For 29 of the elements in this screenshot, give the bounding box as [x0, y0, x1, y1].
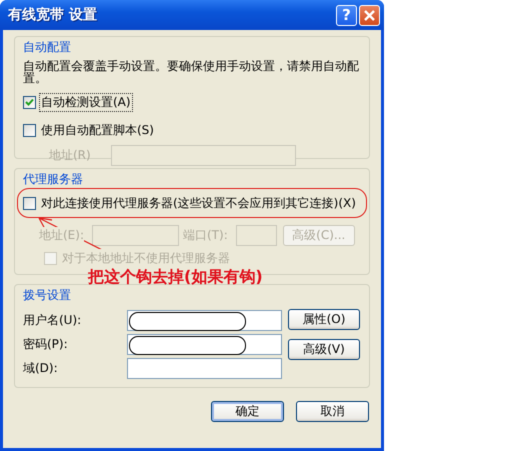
address-field[interactable]: [92, 225, 179, 246]
field-label: 域(D):: [23, 360, 59, 376]
window-title: 有线宽带 设置: [8, 6, 98, 24]
cancel-button[interactable]: 取消: [296, 401, 369, 422]
close-button[interactable]: [359, 4, 380, 26]
text-field[interactable]: [127, 334, 282, 354]
field-label: 用户名(U):: [23, 312, 82, 328]
text-field[interactable]: [127, 310, 282, 330]
dialog-button[interactable]: 高级(V): [288, 339, 360, 360]
port-field[interactable]: [236, 225, 277, 246]
dialog-button[interactable]: 属性(O): [288, 309, 360, 330]
description-text: 自动配置会覆盖手动设置。要确保使用手动设置，请禁用自动配置。: [23, 60, 360, 84]
checkbox-label[interactable]: 自动检测设置(A): [39, 93, 133, 112]
ok-button[interactable]: 确定: [211, 401, 284, 422]
checkbox[interactable]: [23, 96, 36, 109]
field-label: 地址(E):: [39, 227, 84, 244]
group-title: 拨号设置: [22, 288, 72, 302]
annotation-text: 把这个钩去掉(如果有钩): [88, 268, 263, 285]
field-label: 密码(P):: [23, 336, 69, 352]
field-label: 端口(T):: [183, 227, 228, 244]
address-field[interactable]: [110, 145, 296, 166]
field-label: 地址(R): [49, 147, 91, 164]
group-title: 自动配置: [22, 40, 72, 54]
checkbox[interactable]: [23, 124, 36, 137]
text-field[interactable]: [127, 358, 282, 378]
group-title: 代理服务器: [22, 172, 84, 186]
checkbox-label[interactable]: 使用自动配置脚本(S): [39, 121, 156, 140]
help-button[interactable]: ?: [336, 4, 357, 26]
close-icon: [364, 10, 375, 20]
